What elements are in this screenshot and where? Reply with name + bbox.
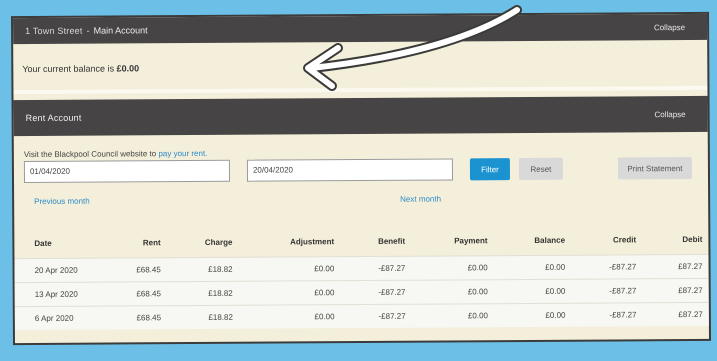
cell-benefit: -£87.27 [340, 304, 412, 329]
rent-account-header: Rent Account Collapse [13, 95, 708, 137]
cell-debit: £87.27 [642, 278, 709, 303]
cell-rent: £68.45 [100, 257, 167, 283]
balance-value: £0.00 [116, 63, 140, 74]
cell-credit: -£87.27 [571, 278, 643, 304]
main-account-header: 1 Town Street - Main Account Collapse [13, 13, 708, 45]
filter-button[interactable]: Filter [469, 158, 511, 181]
cell-rent: £68.45 [100, 281, 167, 307]
reset-button[interactable]: Reset [518, 157, 564, 181]
header-rent: Rent [142, 237, 161, 247]
pay-rent-message: Visit the Blackpool Council website to p… [24, 149, 208, 159]
cell-payment: £0.00 [411, 255, 494, 281]
collapse-main-account-button[interactable]: Collapse [654, 23, 685, 32]
collapse-rent-account-button[interactable]: Collapse [654, 110, 685, 119]
cell-adjustment: £0.00 [238, 256, 341, 282]
header-date: Date [34, 238, 52, 248]
cell-date: 13 Apr 2020 [14, 282, 101, 307]
cell-date: 6 Apr 2020 [14, 306, 101, 331]
balance-text: Your current balance is £0.00 [22, 63, 139, 74]
table-header-row: Date Rent Charge Adjustment Benefit Paym… [14, 224, 708, 259]
cell-charge: £18.82 [166, 281, 239, 306]
cell-balance: £0.00 [493, 255, 572, 280]
cell-credit: -£87.27 [571, 254, 643, 280]
cell-balance: £0.00 [493, 279, 572, 304]
header-adjustment: Adjustment [290, 236, 335, 246]
divider [13, 85, 708, 95]
cell-credit: -£87.27 [571, 302, 643, 327]
pay-rent-link[interactable]: pay your rent. [158, 149, 207, 158]
header-balance: Balance [534, 235, 566, 245]
header-charge: Charge [204, 237, 233, 247]
cell-benefit: -£87.27 [340, 256, 412, 281]
account-card: 1 Town Street - Main Account Collapse Yo… [13, 13, 709, 344]
cell-debit: £87.27 [642, 302, 709, 327]
header-payment: Payment [454, 235, 488, 245]
cell-adjustment: £0.00 [238, 280, 341, 306]
rent-account-title: Rent Account [25, 112, 82, 124]
transactions-table: Date Rent Charge Adjustment Benefit Paym… [14, 224, 709, 331]
cell-balance: £0.00 [493, 303, 572, 328]
cell-charge: £18.82 [166, 257, 239, 282]
cell-rent: £68.45 [100, 305, 168, 330]
header-benefit: Benefit [378, 236, 406, 246]
cell-debit: £87.27 [642, 254, 709, 279]
next-month-link[interactable]: Next month [400, 195, 441, 204]
main-account-title: Main Account [93, 25, 148, 36]
header-debit: Debit [682, 234, 703, 244]
cell-benefit: -£87.27 [340, 280, 412, 305]
from-date-input[interactable]: 01/04/2020 [23, 159, 231, 184]
balance-prefix: Your current balance is [22, 63, 115, 75]
cell-charge: £18.82 [166, 305, 239, 330]
street-label: 1 Town Street [25, 25, 83, 37]
cell-adjustment: £0.00 [238, 304, 341, 329]
cell-payment: £0.00 [411, 279, 494, 305]
previous-month-link[interactable]: Previous month [34, 197, 90, 206]
cell-date: 20 Apr 2020 [14, 258, 101, 283]
to-date-input[interactable]: 20/04/2020 [246, 158, 454, 182]
cell-payment: £0.00 [411, 303, 495, 328]
visit-text: Visit the Blackpool Council website to [23, 149, 157, 160]
print-statement-button[interactable]: Print Statement [617, 156, 693, 180]
header-credit: Credit [612, 234, 637, 244]
table-row: 6 Apr 2020 £68.45 £18.82 £0.00 -£87.27 £… [14, 302, 709, 331]
title-separator: - [86, 25, 90, 36]
